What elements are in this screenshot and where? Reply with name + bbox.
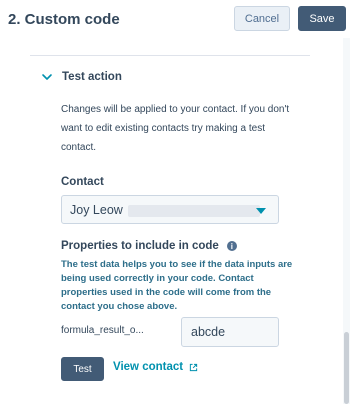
- test-button[interactable]: Test: [61, 357, 104, 381]
- chevron-down-icon: [42, 74, 52, 80]
- caret-down-icon: [256, 208, 266, 214]
- view-contact-label: View contact: [113, 361, 184, 373]
- properties-label: Properties to include in code: [61, 240, 219, 252]
- section-divider: [30, 55, 310, 56]
- panel-title: 2. Custom code: [8, 10, 120, 28]
- view-contact-link[interactable]: View contact: [113, 361, 198, 373]
- property-name: formula_result_o...: [61, 325, 144, 336]
- save-button[interactable]: Save: [298, 6, 346, 31]
- redacted-contact-name: [128, 205, 260, 217]
- test-action-toggle[interactable]: Test action: [40, 68, 122, 86]
- property-value-input[interactable]: [181, 317, 279, 347]
- scrollbar-thumb[interactable]: [344, 332, 349, 404]
- section-description: Changes will be applied to your contact.…: [61, 104, 290, 153]
- cancel-button[interactable]: Cancel: [234, 6, 290, 31]
- contact-label: Contact: [61, 176, 104, 188]
- scrollbar-track[interactable]: [343, 38, 350, 404]
- contact-select-value: Joy Leow: [70, 202, 123, 217]
- section-title: Test action: [62, 71, 122, 83]
- contact-select[interactable]: Joy Leow: [61, 195, 279, 224]
- properties-help-text: The test data helps you to see if the da…: [61, 259, 293, 312]
- properties-heading: Properties to include in code i: [61, 240, 237, 252]
- external-link-icon: [189, 363, 198, 371]
- info-icon[interactable]: i: [226, 241, 237, 251]
